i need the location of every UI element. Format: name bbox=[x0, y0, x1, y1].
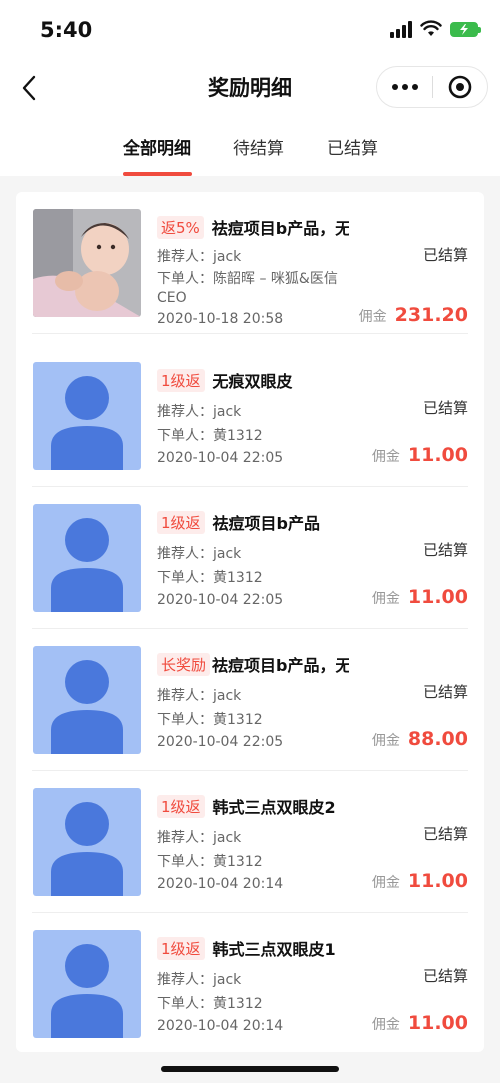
commission: 佣金 11.00 bbox=[372, 1012, 468, 1034]
product-name: 无痕双眼皮 bbox=[212, 372, 293, 391]
referrer-text: 推荐人：jack bbox=[157, 830, 242, 846]
status-badge: 已结算 bbox=[422, 541, 468, 559]
referrer-text: 推荐人：jack bbox=[157, 249, 242, 265]
reward-tag: 1级返 bbox=[157, 368, 205, 392]
navigation-bar: 奖励明细 bbox=[0, 60, 500, 118]
buyer-text: 下单人：黄1312 bbox=[157, 854, 263, 870]
product-name: 祛痘项目b产品，无痕 bbox=[212, 656, 349, 675]
item-title: 1级返 祛痘项目b产品 bbox=[157, 509, 349, 535]
order-time: 2020-10-18 20:58 bbox=[157, 311, 284, 327]
commission-amount: 88.00 bbox=[407, 728, 468, 750]
item-title: 1级返 韩式三点双眼皮2 bbox=[157, 793, 349, 819]
list-item[interactable]: 1级返 韩式三点双眼皮1 推荐人：jack 下单人：黄1312 2020-10-… bbox=[16, 913, 484, 1052]
buyer-text: 下单人：黄1312 bbox=[157, 428, 263, 444]
order-time: 2020-10-04 20:14 bbox=[157, 876, 284, 892]
referrer-text: 推荐人：jack bbox=[157, 688, 242, 704]
status-badge: 已结算 bbox=[422, 967, 468, 985]
item-title: 1级返 韩式三点双眼皮1 bbox=[157, 935, 349, 961]
commission-label: 佣金 bbox=[371, 733, 400, 749]
list-item[interactable]: 长奖励 祛痘项目b产品，无痕 推荐人：jack 下单人：黄1312 2020-1… bbox=[16, 629, 484, 771]
commission-label: 佣金 bbox=[371, 449, 400, 465]
cellular-signal-icon bbox=[390, 20, 412, 38]
referrer-text: 推荐人：jack bbox=[157, 404, 242, 420]
item-title: 1级返 无痕双眼皮 bbox=[157, 367, 349, 393]
tab-settled[interactable]: 已结算 bbox=[327, 134, 378, 159]
commission: 佣金 231.20 bbox=[359, 304, 468, 326]
commission-amount: 11.00 bbox=[407, 1012, 468, 1034]
order-time: 2020-10-04 22:05 bbox=[157, 734, 284, 750]
list-item[interactable]: 1级返 祛痘项目b产品 推荐人：jack 下单人：黄1312 2020-10-0… bbox=[16, 487, 484, 629]
default-avatar-icon bbox=[33, 788, 141, 896]
list-item[interactable]: 1级返 无痕双眼皮 推荐人：jack 下单人：黄1312 2020-10-04 … bbox=[16, 345, 484, 487]
wifi-icon bbox=[420, 20, 442, 36]
order-time: 2020-10-04 22:05 bbox=[157, 592, 284, 608]
filter-tabs: 全部明细 待结算 已结算 bbox=[0, 118, 500, 176]
commission: 佣金 11.00 bbox=[372, 586, 468, 608]
battery-charging-icon bbox=[450, 21, 481, 37]
commission-amount: 11.00 bbox=[407, 586, 468, 608]
referrer-text: 推荐人：jack bbox=[157, 546, 242, 562]
status-badge: 已结算 bbox=[422, 825, 468, 843]
product-name: 祛痘项目b产品，无痕 bbox=[211, 219, 349, 238]
order-time: 2020-10-04 20:14 bbox=[157, 1018, 284, 1034]
product-name: 祛痘项目b产品 bbox=[212, 514, 321, 533]
commission-label: 佣金 bbox=[371, 1017, 400, 1033]
status-badge: 已结算 bbox=[422, 399, 468, 417]
status-bar: 5:40 bbox=[0, 0, 500, 60]
referrer-text: 推荐人：jack bbox=[157, 972, 242, 988]
tab-all-details[interactable]: 全部明细 bbox=[123, 134, 191, 159]
commission-label: 佣金 bbox=[358, 309, 387, 325]
active-tab-indicator bbox=[123, 172, 192, 176]
tab-pending-settlement[interactable]: 待结算 bbox=[233, 134, 284, 159]
status-badge: 已结算 bbox=[422, 246, 468, 264]
product-name: 韩式三点双眼皮1 bbox=[212, 940, 336, 959]
commission-amount: 11.00 bbox=[407, 870, 468, 892]
reward-tag: 返5% bbox=[157, 215, 204, 239]
status-time: 5:40 bbox=[40, 18, 93, 42]
default-avatar-icon bbox=[33, 362, 141, 470]
product-photo bbox=[33, 209, 141, 317]
more-dots-icon bbox=[391, 84, 398, 90]
miniprogram-capsule bbox=[376, 66, 488, 108]
item-title: 长奖励 祛痘项目b产品，无痕 bbox=[157, 651, 349, 677]
status-icons bbox=[390, 20, 481, 38]
commission: 佣金 11.00 bbox=[372, 870, 468, 892]
home-indicator[interactable] bbox=[161, 1066, 339, 1072]
reward-tag: 1级返 bbox=[157, 794, 205, 818]
commission-amount: 231.20 bbox=[394, 304, 468, 326]
default-avatar-icon bbox=[33, 930, 141, 1038]
product-name: 韩式三点双眼皮2 bbox=[212, 798, 336, 817]
commission: 佣金 88.00 bbox=[372, 728, 468, 750]
buyer-text: 下单人：黄1312 bbox=[157, 712, 263, 728]
commission-label: 佣金 bbox=[371, 591, 400, 607]
buyer-text: 下单人：黄1312 bbox=[157, 996, 263, 1012]
target-circle-icon bbox=[448, 75, 472, 99]
item-title: 返5% 祛痘项目b产品，无痕 bbox=[157, 214, 349, 240]
commission-label: 佣金 bbox=[371, 875, 400, 891]
buyer-text: 下单人：陈韶晖 – 咪狐&医信 bbox=[157, 271, 338, 287]
order-time: 2020-10-04 22:05 bbox=[157, 450, 284, 466]
default-avatar-icon bbox=[33, 504, 141, 612]
list-item[interactable]: 返5% 祛痘项目b产品，无痕 推荐人：jack 下单人：陈韶晖 – 咪狐&医信 … bbox=[16, 192, 484, 334]
reward-tag: 1级返 bbox=[157, 510, 205, 534]
reward-tag: 长奖励 bbox=[157, 652, 211, 676]
more-options-button[interactable] bbox=[377, 84, 432, 90]
commission: 佣金 11.00 bbox=[372, 444, 468, 466]
reward-list: 返5% 祛痘项目b产品，无痕 推荐人：jack 下单人：陈韶晖 – 咪狐&医信 … bbox=[16, 192, 484, 1052]
row-divider bbox=[32, 333, 468, 334]
status-badge: 已结算 bbox=[422, 683, 468, 701]
close-miniprogram-button[interactable] bbox=[433, 74, 487, 100]
buyer-text-continued: CEO bbox=[157, 290, 187, 306]
default-avatar-icon bbox=[33, 646, 141, 754]
list-item[interactable]: 1级返 韩式三点双眼皮2 推荐人：jack 下单人：黄1312 2020-10-… bbox=[16, 771, 484, 913]
buyer-text: 下单人：黄1312 bbox=[157, 570, 263, 586]
reward-tag: 1级返 bbox=[157, 936, 205, 960]
commission-amount: 11.00 bbox=[407, 444, 468, 466]
